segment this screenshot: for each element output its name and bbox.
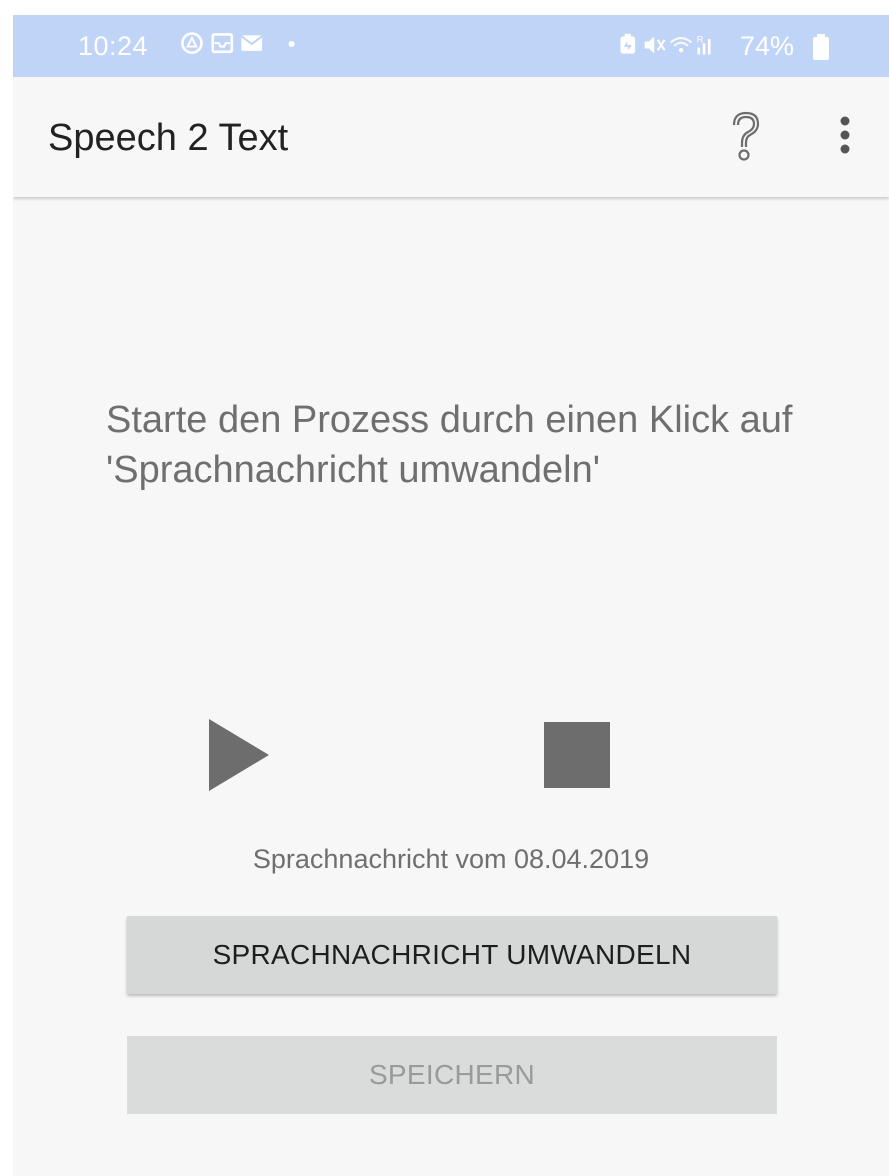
battery-saver-icon (620, 33, 636, 54)
app-screen: 10:24 R 74% Speech 2 Text Starte den Pro… (13, 15, 889, 1176)
signal-icon: R (697, 34, 711, 55)
play-button[interactable] (205, 715, 275, 795)
app-title: Speech 2 Text (48, 117, 289, 159)
help-button[interactable] (718, 107, 774, 163)
mute-icon (644, 36, 666, 54)
save-button[interactable]: SPEICHERN (127, 1036, 777, 1114)
battery-icon (813, 34, 829, 60)
convert-message-button[interactable]: SPRACHNACHRICHT UMWANDELN (127, 916, 777, 994)
status-bar: 10:24 R 74% (13, 15, 889, 77)
mail-icon (240, 35, 263, 51)
battery-percentage: 74% (740, 31, 795, 61)
wifi-icon (670, 37, 693, 53)
more-vert-icon (840, 116, 850, 154)
overflow-menu-button[interactable] (821, 113, 871, 163)
dot-icon (288, 40, 295, 48)
app-bar: Speech 2 Text (13, 77, 889, 197)
status-system-icons: R (620, 33, 711, 55)
message-date-label: Sprachnachricht vom 08.04.2019 (252, 844, 650, 874)
inbox-icon (211, 33, 234, 54)
status-time: 10:24 (78, 31, 149, 61)
status-notification-icons (181, 32, 295, 54)
play-icon (209, 719, 269, 791)
svg-text:R: R (697, 34, 704, 45)
help-question-icon (732, 111, 760, 161)
drive-icon (181, 32, 203, 54)
stop-button[interactable] (544, 722, 610, 788)
instruction-text: Starte den Prozess durch einen Klick auf… (106, 399, 793, 491)
